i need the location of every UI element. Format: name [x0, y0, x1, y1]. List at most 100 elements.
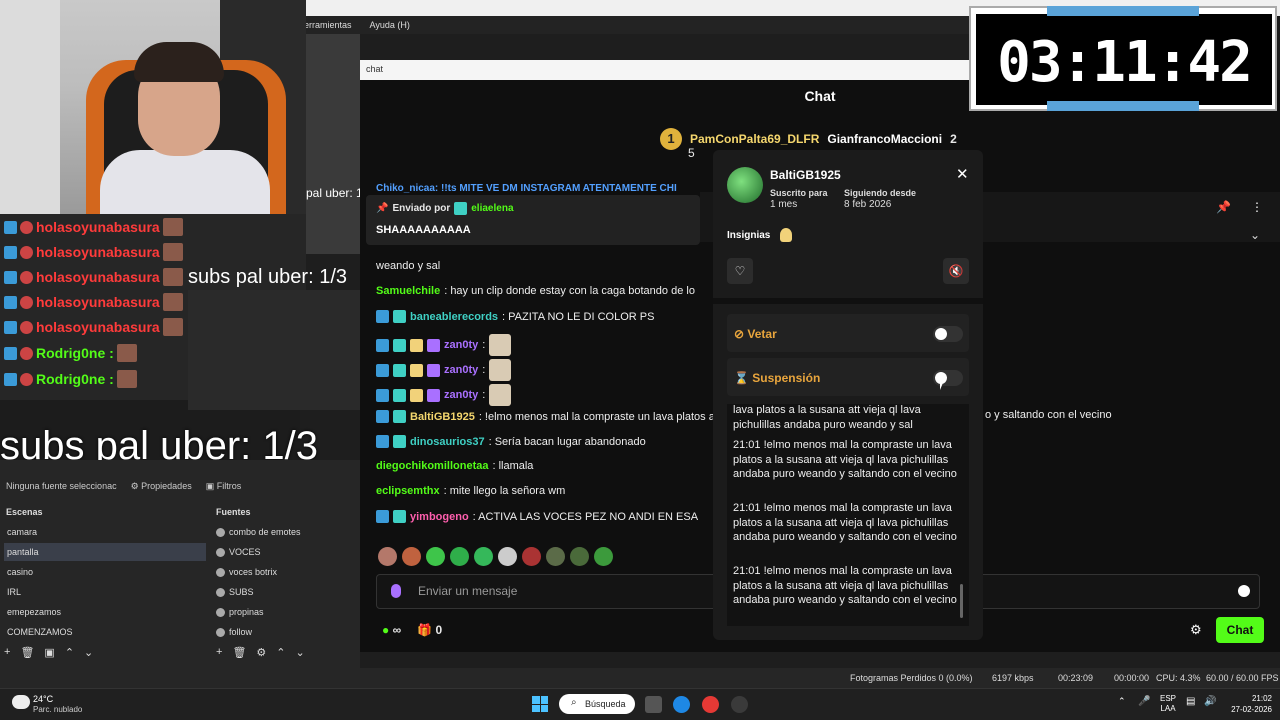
start-button[interactable] [532, 696, 548, 712]
source-item[interactable]: SUBS [216, 583, 254, 601]
user-card-name[interactable]: BaltiGB1925 [770, 168, 841, 182]
pinned-user[interactable]: eliaelena [471, 203, 513, 214]
chat-text: : PAZITA NO LE DI COLOR PS [502, 310, 655, 323]
windows-taskbar [0, 688, 1280, 720]
mic-tray-icon[interactable]: 🎤 [1138, 696, 1150, 707]
pinned-text: SHAAAAAAAAAA [376, 224, 471, 236]
emote-icon[interactable] [594, 547, 613, 566]
mute-icon[interactable]: 🔇 [943, 258, 969, 284]
timeout-toggle[interactable] [933, 370, 963, 386]
chat-username[interactable]: Samuelchile [376, 285, 440, 297]
scrollbar[interactable] [960, 584, 963, 618]
source-item[interactable]: VOCES [216, 543, 261, 561]
scene-item[interactable]: COMENZAMOS [4, 623, 206, 641]
source-item[interactable]: voces botrix [216, 563, 277, 581]
badge-icon [427, 363, 440, 377]
chat-username[interactable]: dinosaurios37 [410, 436, 485, 448]
badge-icon [393, 410, 406, 423]
scene-item[interactable]: pantalla [4, 543, 206, 561]
pinned-by: 📌 Enviado por eliaelena [376, 202, 514, 215]
properties-button[interactable]: ⚙ Propiedades [131, 481, 192, 492]
timer-value: 03:11:42 [997, 30, 1253, 95]
trash-icon[interactable]: 🗑 [232, 646, 246, 659]
chat-username[interactable]: yimbogeno [410, 511, 469, 523]
volume-icon[interactable]: 🔊 [1204, 696, 1216, 707]
lang-bottom: LAA [1160, 704, 1176, 713]
chat-message: zan0ty: [376, 384, 512, 406]
chat-username[interactable]: zan0ty [444, 364, 478, 376]
emote-icon[interactable] [474, 547, 493, 566]
source-item[interactable]: follow [216, 623, 252, 641]
chrome-icon[interactable] [702, 696, 719, 713]
gifter-second[interactable]: GianfrancoMaccioni [827, 132, 942, 146]
pin-icon[interactable]: 📌 [1216, 200, 1231, 214]
visibility-icon[interactable] [216, 587, 225, 597]
add-icon[interactable]: + [4, 646, 10, 659]
visibility-icon[interactable] [216, 527, 225, 537]
trash-icon[interactable]: 🗑 [20, 646, 34, 659]
emote-icon[interactable] [426, 547, 445, 566]
weather-icon[interactable] [12, 695, 30, 709]
up-icon[interactable]: ⌃ [276, 646, 285, 659]
gear-icon[interactable]: ⚙ [1190, 622, 1202, 638]
filter-icon[interactable]: ▣ [44, 646, 54, 659]
emote-icon[interactable] [402, 547, 421, 566]
badge-icon [427, 388, 440, 402]
badge-icon [20, 220, 33, 234]
heart-icon[interactable]: ♡ [727, 258, 753, 284]
menu-tools[interactable]: erramientas [304, 20, 352, 30]
network-icon[interactable]: ▤ [1186, 696, 1195, 707]
chat-username[interactable]: zan0ty [444, 389, 478, 401]
emote-icon[interactable] [378, 547, 397, 566]
clock-date[interactable]: 27-02-2026 [1226, 705, 1272, 714]
visibility-icon[interactable] [216, 627, 225, 637]
down-icon[interactable]: ⌄ [84, 646, 93, 659]
chat-username[interactable]: zan0ty [444, 339, 478, 351]
gifter-name[interactable]: PamConPalta69_DLFR [690, 132, 819, 146]
send-chat-button[interactable]: Chat [1216, 617, 1264, 643]
visibility-icon[interactable] [216, 567, 225, 577]
close-icon[interactable]: ✕ [956, 165, 969, 183]
scene-item[interactable]: IRL [4, 583, 206, 601]
visibility-icon[interactable] [216, 547, 225, 557]
emote-icon[interactable] [570, 547, 589, 566]
mic-icon[interactable] [391, 584, 401, 598]
chevron-down-icon[interactable]: ⌄ [1250, 228, 1260, 242]
up-icon[interactable]: ⌃ [65, 646, 74, 659]
filters-button[interactable]: ▣ Filtros [206, 481, 242, 492]
emote-icon[interactable] [450, 547, 469, 566]
emote-icon[interactable] [546, 547, 565, 566]
chat-username[interactable]: baneablerecords [410, 311, 498, 323]
chevron-up-icon[interactable]: ⌃ [1118, 696, 1126, 707]
badge-icon [4, 320, 17, 334]
gear-icon[interactable]: ⚙ [256, 646, 266, 659]
scene-item[interactable]: casino [4, 563, 206, 581]
emote-icon[interactable] [522, 547, 541, 566]
source-item[interactable]: propinas [216, 603, 264, 621]
chat-username[interactable]: eclipsemthx [376, 485, 440, 497]
points-indicator[interactable]: ● ∞ [382, 623, 401, 637]
obs-icon[interactable] [731, 696, 748, 713]
edge-icon[interactable] [673, 696, 690, 713]
menu-help[interactable]: Ayuda (H) [370, 20, 410, 30]
scene-item[interactable]: camara [4, 523, 206, 541]
chat-text: weando y sal [376, 260, 441, 272]
down-icon[interactable]: ⌄ [296, 646, 305, 659]
chat-username[interactable]: BaltiGB1925 [410, 411, 475, 423]
visibility-icon[interactable] [216, 607, 225, 617]
clock-time[interactable]: 21:02 [1238, 694, 1272, 703]
more-icon[interactable]: ⋮ [1251, 200, 1263, 214]
scene-item[interactable]: emepezamos [4, 603, 206, 621]
emote-icon[interactable] [498, 547, 517, 566]
source-item[interactable]: combo de emotes [216, 523, 301, 541]
emoji-icon[interactable] [1238, 585, 1250, 597]
gift-indicator[interactable]: 🎁 0 [417, 623, 442, 637]
add-icon[interactable]: + [216, 646, 222, 659]
follow-value: 8 feb 2026 [844, 199, 892, 210]
source-label: VOCES [229, 547, 261, 557]
language-indicator[interactable]: ESP LAA [1160, 694, 1176, 714]
sub-label: Suscrito para [770, 188, 828, 198]
task-view-icon[interactable] [645, 696, 662, 713]
chat-username[interactable]: diegochikomillonetaa [376, 460, 488, 472]
ban-toggle[interactable] [933, 326, 963, 342]
